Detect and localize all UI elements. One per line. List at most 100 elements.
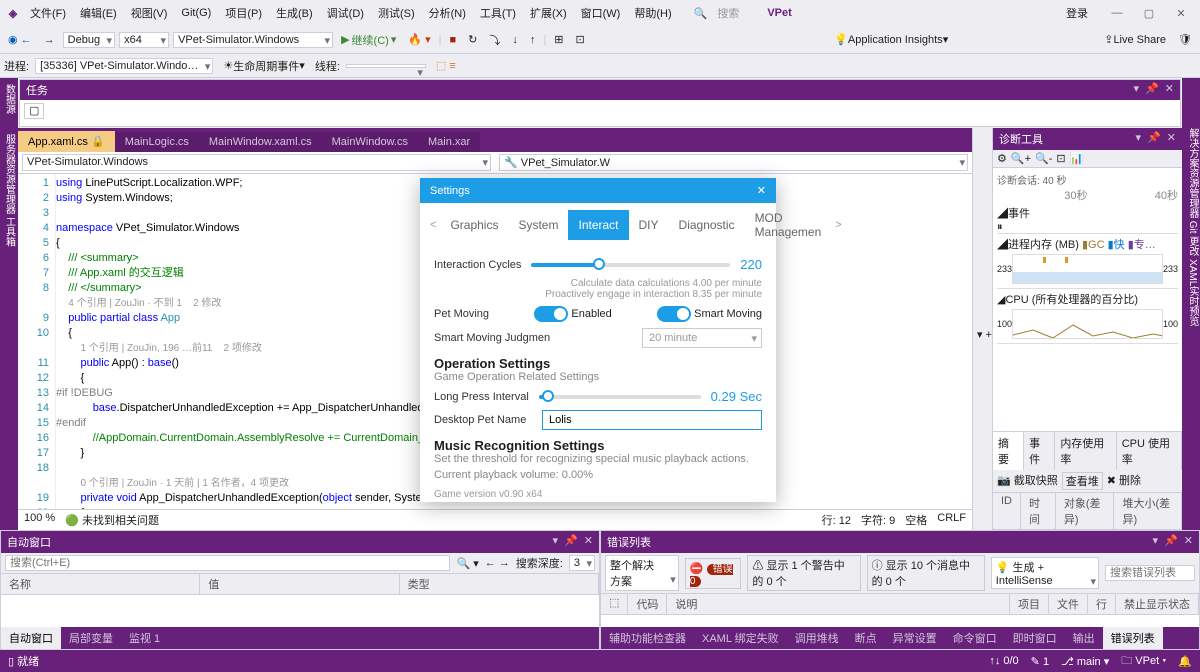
btab-callstack[interactable]: 调用堆栈 [787, 627, 847, 649]
step-out-icon[interactable]: ↑ [526, 32, 540, 48]
settings-tab-diagnostic[interactable]: Diagnostic [669, 210, 745, 240]
restart-icon[interactable]: ↻ [464, 31, 481, 48]
err-pin-icon[interactable]: 📌 [1164, 534, 1178, 550]
diag-chart-icon[interactable]: 📊 [1070, 152, 1084, 165]
auto-dropdown-icon[interactable]: ▾ [553, 534, 559, 550]
status-changes[interactable]: ↑↓ 0/0 [989, 655, 1018, 667]
btab-immediate[interactable]: 即时窗口 [1005, 627, 1065, 649]
btab-auto[interactable]: 自动窗口 [1, 627, 61, 649]
context-namespace[interactable]: VPet-Simulator.Windows [22, 154, 491, 171]
err-build-select[interactable]: 💡 生成 + IntelliSense [991, 557, 1099, 589]
menu-debug[interactable]: 调试(D) [321, 2, 370, 24]
btab-locals[interactable]: 局部变量 [61, 627, 121, 649]
interaction-cycles-slider[interactable] [531, 263, 730, 267]
settings-tab-diy[interactable]: DIY [629, 210, 669, 240]
diag-tab-cpu[interactable]: CPU 使用率 [1117, 432, 1182, 470]
diag-snapshot-button[interactable]: 📷 截取快照 [997, 472, 1058, 490]
menu-file[interactable]: 文件(F) [24, 2, 72, 24]
diag-zoomout-icon[interactable]: 🔍- [1035, 152, 1052, 165]
diag-tab-summary[interactable]: 摘要 [993, 432, 1024, 470]
issues-indicator[interactable]: 🟢 未找到相关问题 [65, 512, 159, 528]
hot-reload-icon[interactable]: 🔥 ▾ [404, 31, 434, 48]
btab-errlist[interactable]: 错误列表 [1103, 627, 1163, 649]
tab-mainxar[interactable]: Main.xar [418, 132, 480, 152]
tab-mainwindow-xaml[interactable]: MainWindow.xaml.cs [199, 132, 322, 152]
diag-tab-mem[interactable]: 内存使用率 [1055, 432, 1116, 470]
auto-close-icon[interactable]: ✕ [584, 534, 593, 550]
target-select[interactable]: VPet-Simulator.Windows [173, 32, 333, 48]
settings-tab-graphics[interactable]: Graphics [440, 210, 508, 240]
warn-count-button[interactable]: ⚠ 显示 1 个警告中的 0 个 [747, 555, 860, 591]
zoom-level[interactable]: 100 % [24, 512, 55, 528]
lifecycle-button[interactable]: ☀ 生命周期事件 ▾ [219, 56, 308, 76]
menu-view[interactable]: 视图(V) [125, 2, 174, 24]
btab-xamlbind[interactable]: XAML 绑定失败 [694, 627, 787, 649]
tab-app-xaml-cs[interactable]: App.xaml.cs 🔒 [18, 131, 115, 152]
menu-analyze[interactable]: 分析(N) [423, 2, 472, 24]
auto-nav-icon[interactable]: ← → [485, 557, 510, 569]
diag-dropdown-icon[interactable]: ▾ [1136, 131, 1142, 147]
settings-tab-mod[interactable]: MOD Managemen [745, 203, 832, 247]
thread-select[interactable] [346, 64, 426, 68]
err-count-button[interactable]: ⛔ 错误 0 [685, 558, 742, 589]
settings-tab-system[interactable]: System [508, 210, 568, 240]
auto-depth-select[interactable]: 3 [569, 555, 595, 571]
err-scope-select[interactable]: 整个解决方案 [605, 555, 679, 591]
task-filter-icon[interactable]: ▢ [24, 103, 44, 119]
continue-button[interactable]: ▶ 继续(C) ▾ [337, 30, 400, 50]
liveshare-button[interactable]: ⇪ Live Share [1100, 31, 1170, 48]
settings-tab-prev-icon[interactable]: < [426, 219, 440, 231]
nav-fwd-icon[interactable]: → [40, 32, 59, 48]
global-search[interactable]: 🔍 搜索 [688, 0, 752, 27]
menu-project[interactable]: 项目(P) [219, 2, 268, 24]
toolbox2-icon[interactable]: ⊡ [571, 31, 588, 48]
diag-mem-label[interactable]: ◢进程内存 (MB) ▮GC ▮快 ▮专… [997, 236, 1178, 252]
diag-delete-button[interactable]: ✖ 删除 [1107, 472, 1141, 490]
menu-git[interactable]: Git(G) [175, 4, 217, 22]
step-over-icon[interactable]: ⤵ [485, 30, 504, 50]
status-bell-icon[interactable]: 🔔 [1178, 655, 1192, 668]
btab-cmd[interactable]: 命令窗口 [945, 627, 1005, 649]
process-select[interactable]: [35336] VPet-Simulator.Windo… [35, 58, 213, 74]
err-search-input[interactable] [1105, 565, 1195, 581]
status-edits[interactable]: ✎ 1 [1031, 655, 1049, 668]
admin-icon[interactable]: 🛡 [1174, 31, 1196, 48]
nav-back-icon[interactable]: ◉ ← [4, 31, 36, 48]
stop-icon[interactable]: ■ [446, 32, 461, 48]
btab-watch[interactable]: 监视 1 [121, 627, 168, 649]
left-rail-toolbox[interactable]: 服务器资源管理器 工具箱 [0, 128, 18, 530]
diag-events[interactable]: ◢事件 [997, 205, 1178, 221]
maximize-icon[interactable]: ▢ [1134, 3, 1164, 23]
diag-reset-icon[interactable]: ⊡ [1056, 152, 1065, 165]
step-into-icon[interactable]: ↓ [508, 32, 522, 48]
platform-select[interactable]: x64 [119, 32, 169, 48]
diag-zoomin-icon[interactable]: 🔍+ [1011, 152, 1031, 165]
insights-button[interactable]: 💡 Application Insights ▾ [830, 31, 952, 48]
menu-edit[interactable]: 编辑(E) [74, 2, 123, 24]
eol-mode[interactable]: CRLF [937, 512, 966, 528]
menu-help[interactable]: 帮助(H) [628, 2, 677, 24]
menu-test[interactable]: 测试(S) [372, 2, 421, 24]
context-class[interactable]: 🔧 VPet_Simulator.W [499, 154, 968, 171]
indent-mode[interactable]: 空格 [905, 512, 927, 528]
diag-close-icon[interactable]: ✕ [1167, 131, 1176, 147]
settings-tab-next-icon[interactable]: > [831, 219, 845, 231]
btab-a11y[interactable]: 辅助功能检查器 [601, 627, 694, 649]
settings-close-icon[interactable]: ✕ [757, 184, 766, 197]
minimize-icon[interactable]: — [1102, 3, 1132, 23]
stackframe-icon[interactable]: ⬚ ≡ [432, 57, 460, 74]
add-tab-icon[interactable]: ▾ + [977, 328, 992, 341]
tab-mainlogic[interactable]: MainLogic.cs [115, 132, 199, 152]
err-dropdown-icon[interactable]: ▾ [1153, 534, 1159, 550]
auto-search-input[interactable] [5, 555, 450, 571]
left-rail-datasrc[interactable]: 数据源 [0, 78, 18, 128]
right-rail[interactable]: 解决方案资源管理器 Git 更改 XAML实时预览 [1182, 128, 1200, 530]
pane-pin-icon[interactable]: 📌 [1145, 82, 1159, 98]
auto-pin-icon[interactable]: 📌 [564, 534, 578, 550]
long-press-slider[interactable] [539, 395, 701, 399]
tab-mainwindow-cs[interactable]: MainWindow.cs [322, 132, 418, 152]
diag-tab-events[interactable]: 事件 [1024, 432, 1055, 470]
login-link[interactable]: 登录 [1060, 2, 1094, 24]
btab-output[interactable]: 输出 [1065, 627, 1103, 649]
pet-name-input[interactable] [542, 410, 762, 430]
